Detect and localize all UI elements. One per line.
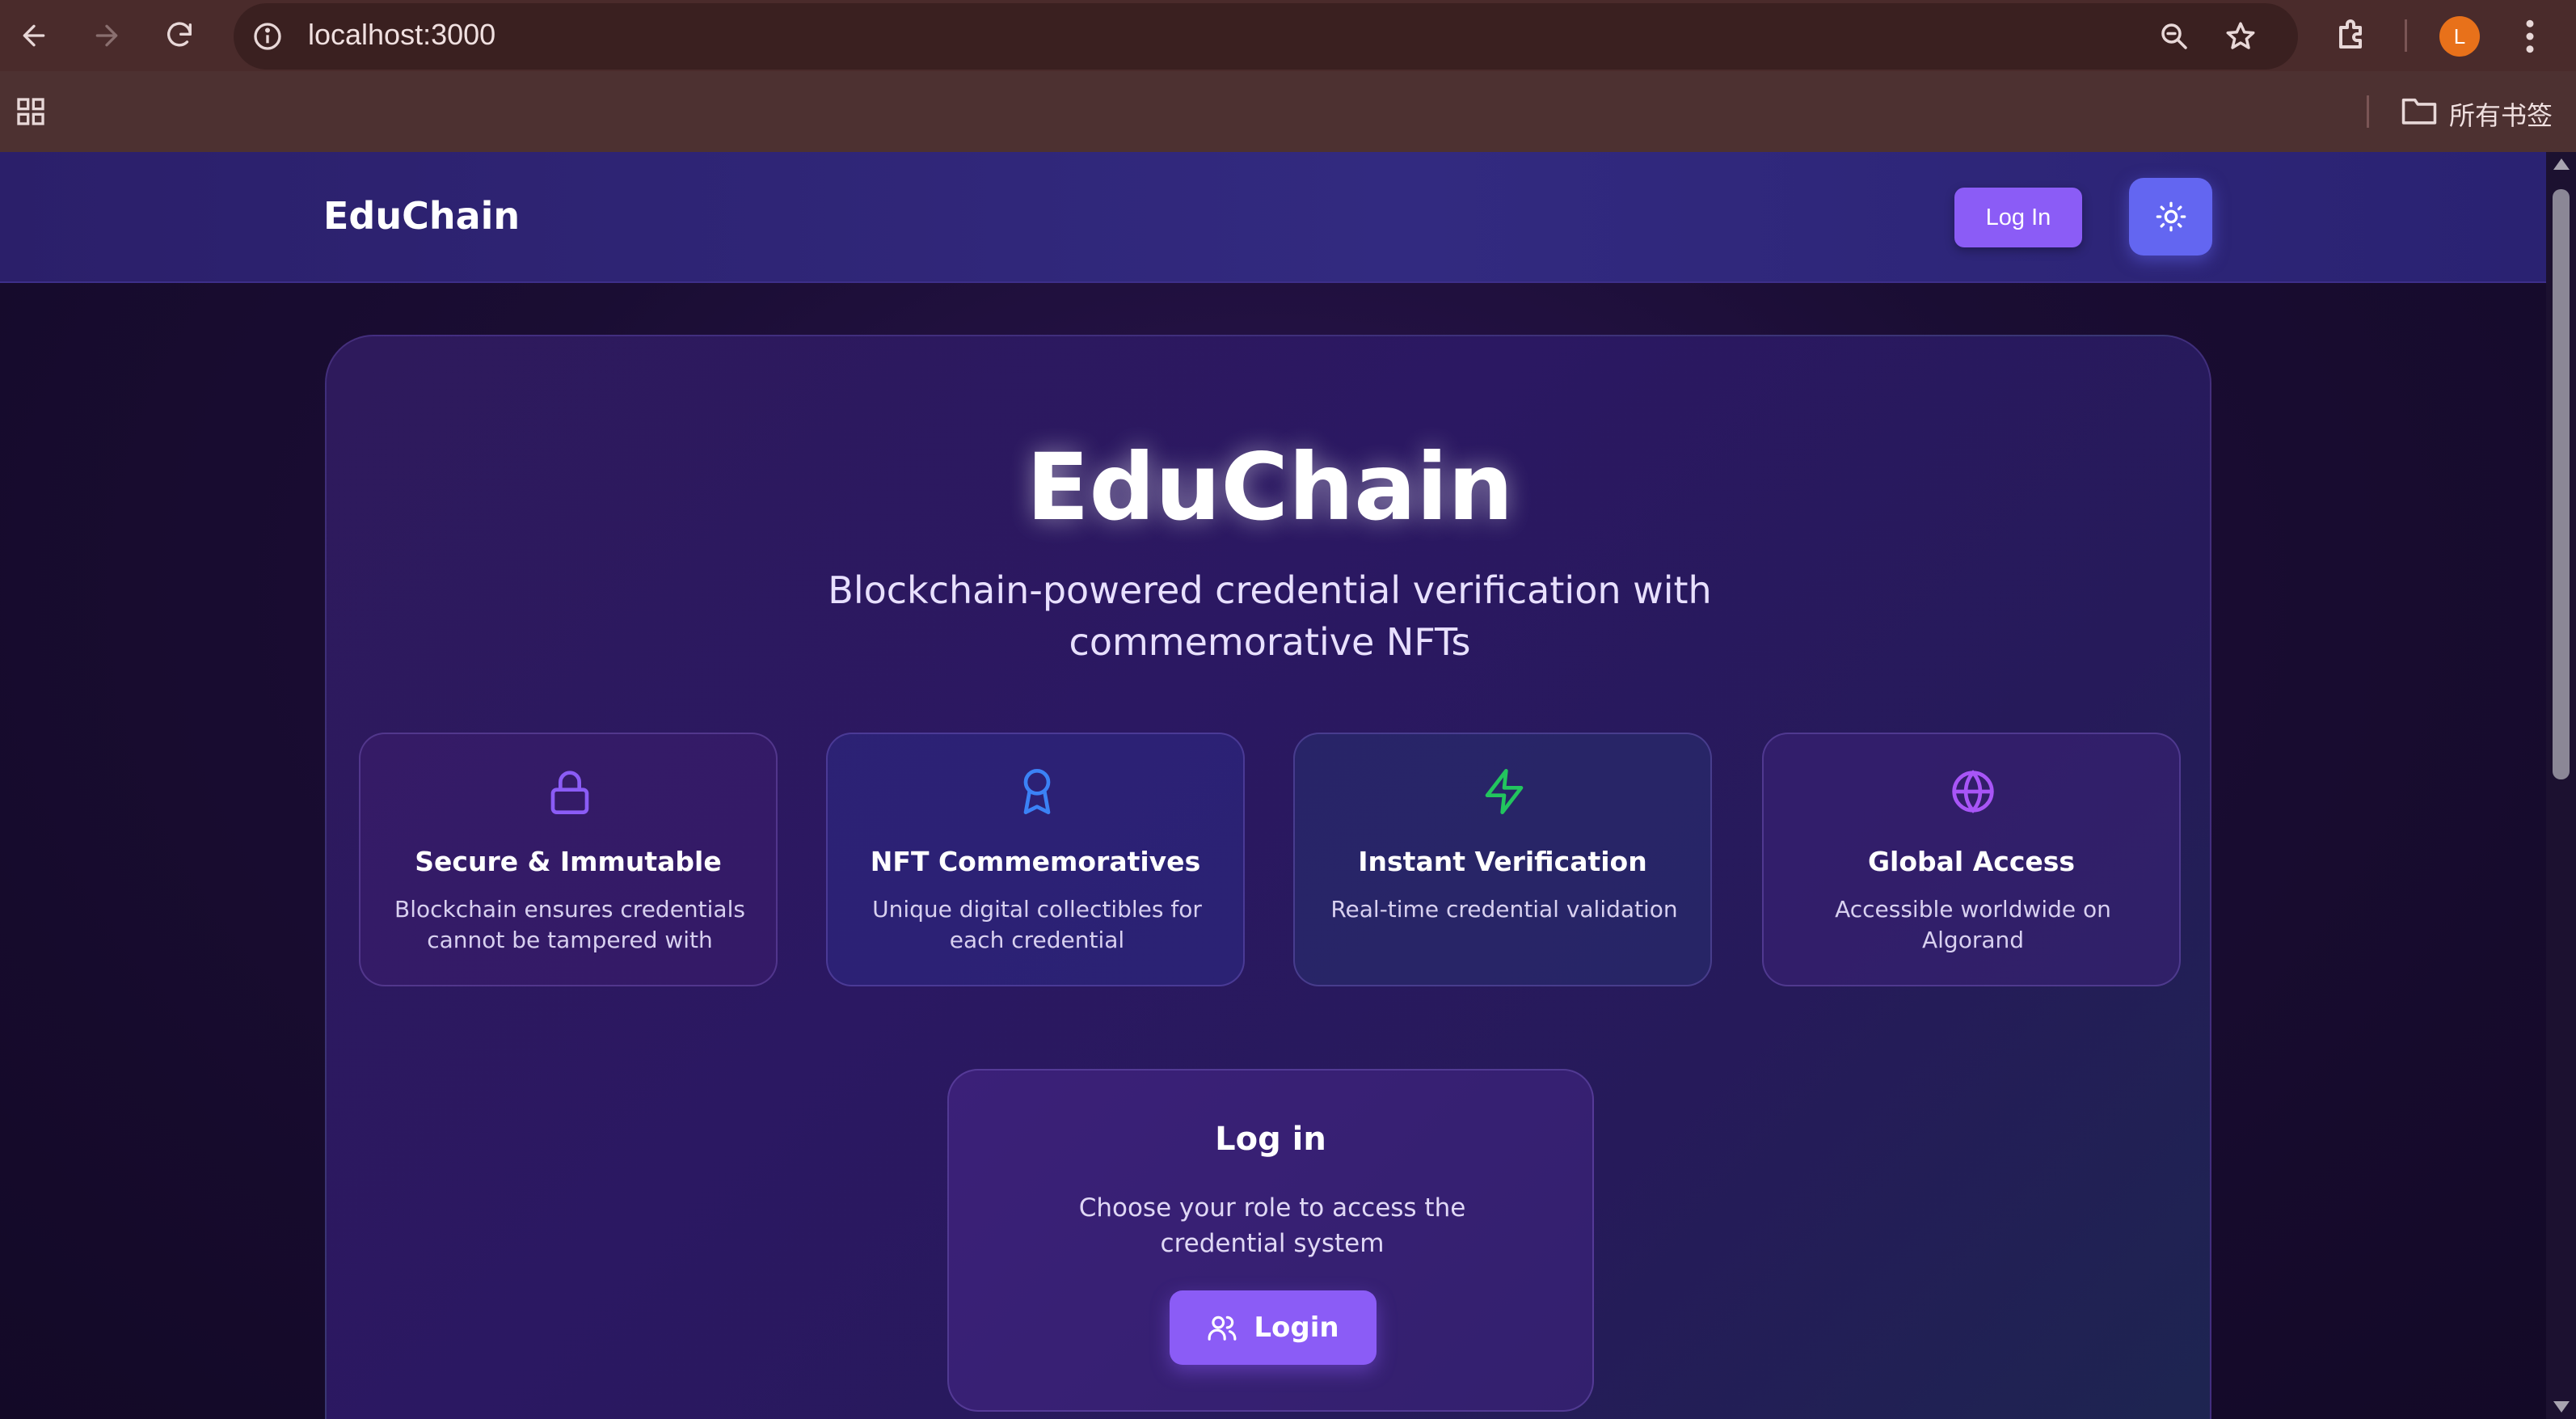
feature-card-global: Global Access Accessible worldwide on Al… [1762, 733, 2181, 986]
login-card: Log in Choose your role to access the cr… [947, 1069, 1594, 1412]
feature-title: Secure & Immutable [415, 846, 722, 877]
feature-card-secure: Secure & Immutable Blockchain ensures cr… [359, 733, 778, 986]
feature-description: Real-time credential validation [1330, 896, 1678, 923]
globe-icon [1952, 770, 1994, 813]
feature-description: Blockchain ensures credentials cannot be… [394, 896, 745, 953]
feature-description: Accessible worldwide on Algorand [1835, 896, 2111, 953]
forward-button[interactable] [81, 10, 133, 61]
folder-icon[interactable] [2401, 94, 2438, 126]
page-scrollbar[interactable] [2546, 152, 2576, 1419]
award-icon [1023, 768, 1051, 814]
url-text[interactable]: localhost:3000 [308, 18, 495, 52]
all-bookmarks-label[interactable]: 所有书签 [2449, 95, 2553, 133]
browser-toolbar: localhost:3000 L [0, 0, 2576, 71]
reload-button[interactable] [154, 10, 205, 61]
toolbar-divider [2405, 19, 2407, 52]
login-card-description: Choose your role to access the credentia… [1078, 1193, 1466, 1258]
feature-title: Global Access [1867, 846, 2076, 877]
navbar-brand[interactable]: EduChain [323, 194, 520, 238]
extensions-icon[interactable] [2333, 16, 2372, 55]
back-button[interactable] [8, 10, 60, 61]
login-button[interactable]: Login [1170, 1290, 1377, 1365]
bookmarks-bar: 所有书签 [0, 71, 2576, 152]
feature-title: NFT Commemoratives [870, 846, 1201, 877]
page-viewport: EduChain Log In EduChain Blockchain-powe… [0, 152, 2546, 1419]
scroll-down-arrow[interactable] [2553, 1401, 2570, 1413]
site-navbar: EduChain Log In [0, 152, 2546, 283]
reload-icon [167, 22, 192, 47]
users-icon [1208, 1316, 1237, 1341]
hero-title: EduChain [1026, 433, 1514, 541]
lightning-icon [1485, 768, 1524, 814]
site-info-icon[interactable] [251, 20, 284, 53]
feature-description: Unique digital collectibles for each cre… [872, 896, 1202, 953]
navbar-login-button[interactable]: Log In [1954, 188, 2082, 247]
address-bar[interactable]: localhost:3000 [234, 3, 2298, 70]
feature-card-nft: NFT Commemoratives Unique digital collec… [826, 733, 1245, 986]
login-button-label: Login [1254, 1311, 1339, 1344]
profile-avatar[interactable]: L [2439, 16, 2480, 57]
login-card-title: Log in [1215, 1121, 1326, 1158]
scroll-up-arrow[interactable] [2553, 158, 2570, 170]
hero-card: EduChain Blockchain-powered credential v… [325, 335, 2211, 1419]
back-arrow-icon [23, 24, 45, 47]
theme-toggle-button[interactable] [2129, 178, 2212, 256]
scroll-thumb[interactable] [2553, 189, 2570, 779]
more-menu-icon[interactable] [2515, 15, 2544, 58]
bookmarks-divider [2367, 95, 2369, 128]
apps-grid-icon[interactable] [15, 95, 47, 128]
forward-arrow-icon [95, 24, 118, 47]
zoom-icon[interactable] [2157, 19, 2191, 53]
feature-card-instant: Instant Verification Real-time credentia… [1293, 733, 1712, 986]
sun-icon [2156, 201, 2186, 232]
feature-title: Instant Verification [1358, 846, 1647, 877]
hero-subtitle: Blockchain-powered credential verificati… [828, 568, 1712, 664]
bookmark-star-icon[interactable] [2224, 19, 2258, 53]
lock-icon [550, 771, 589, 814]
